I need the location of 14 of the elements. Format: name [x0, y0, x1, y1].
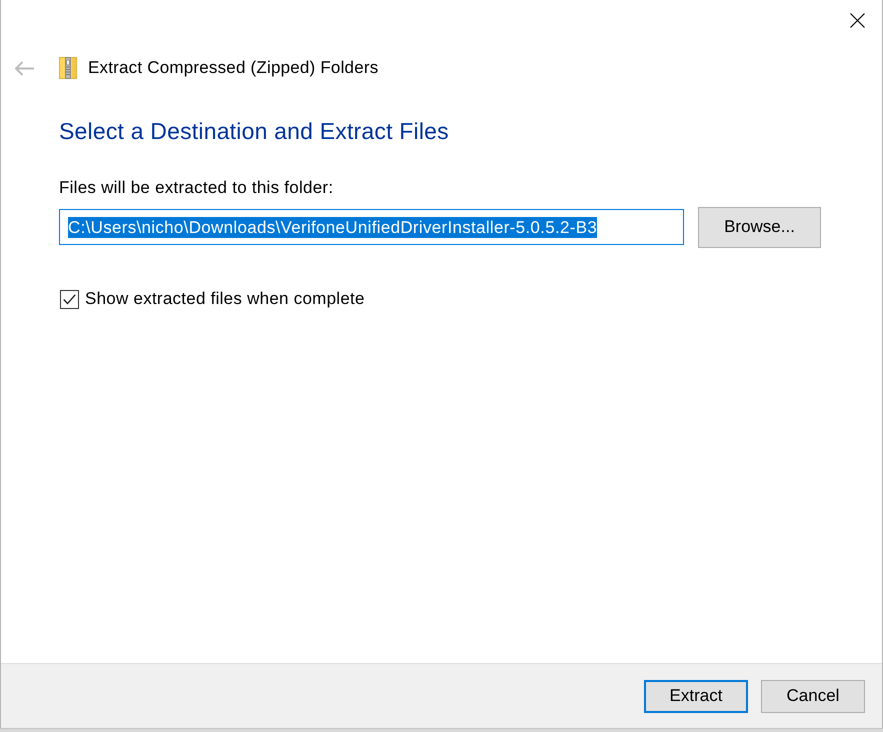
show-files-label[interactable]: Show extracted files when complete	[85, 289, 365, 309]
destination-label: Files will be extracted to this folder:	[59, 178, 334, 198]
destination-path: C:\Users\nicho\Downloads\VerifoneUnifiedDriverInstaller-5.0.5.2-B3	[68, 216, 598, 238]
dialog-button[interactable]: Extract	[644, 680, 748, 712]
destination-field[interactable]: C:\Users\nicho\Downloads\VerifoneUnifiedDriverInstaller-5.0.5.2-B3	[59, 209, 684, 245]
dialog-button[interactable]: Cancel	[761, 680, 865, 712]
zipped-folder-icon	[59, 57, 77, 79]
show-files-checkbox[interactable]	[60, 290, 79, 308]
browse-button[interactable]: Browse...	[698, 206, 821, 248]
dialog-heading: Select a Destination and Extract Files	[59, 117, 449, 146]
window-title: Extract Compressed (Zipped) Folders	[88, 58, 378, 78]
close-icon	[850, 12, 864, 28]
checkmark-icon	[63, 294, 76, 304]
back-arrow-icon	[15, 60, 35, 76]
